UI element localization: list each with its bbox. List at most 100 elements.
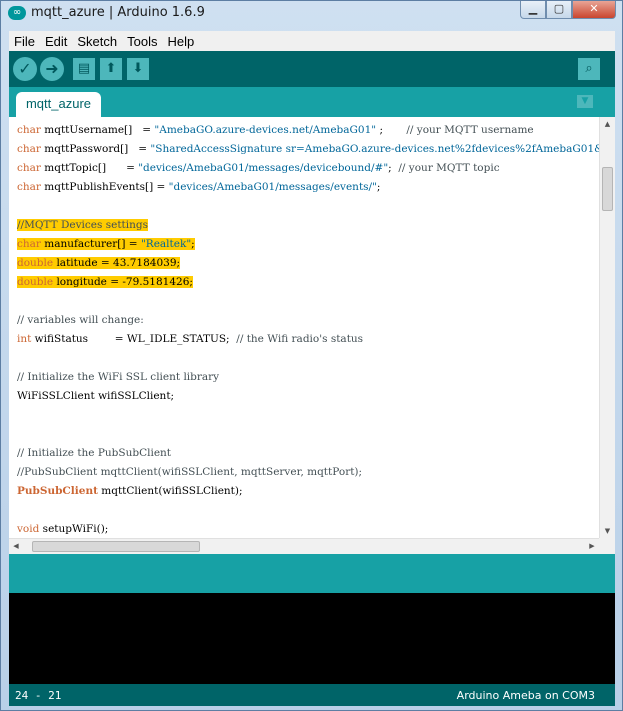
toolbar: ✓ ➜ ▤ ⬆ ⬇ ⌕ <box>9 51 615 87</box>
code-line[interactable]: // variables will change: <box>17 311 599 330</box>
code-token: ; <box>191 238 195 250</box>
code-token: ; <box>388 162 399 174</box>
code-line[interactable]: // Initialize the WiFi SSL client librar… <box>17 368 599 387</box>
title-bar[interactable]: ∞ mqtt_azure | Arduino 1.6.9 ▁ ▢ ✕ <box>1 1 622 31</box>
code-token: // the Wifi radio's status <box>236 333 364 345</box>
code-line[interactable] <box>17 349 599 368</box>
code-token: mqttTopic[] = <box>40 162 139 174</box>
code-token: int <box>17 333 32 345</box>
code-token: char <box>17 181 41 193</box>
line-column-indicator: 24 - 21 <box>15 689 62 702</box>
code-token: // your MQTT username <box>406 124 534 136</box>
horizontal-scroll-thumb[interactable] <box>32 541 200 552</box>
code-token: ; <box>376 124 407 136</box>
code-content[interactable]: char mqttUsername[] = "AmebaGO.azure-dev… <box>17 121 599 538</box>
arduino-logo-icon: ∞ <box>8 6 26 20</box>
tab-bar: mqtt_azure ▼ <box>9 87 615 117</box>
menu-sketch[interactable]: Sketch <box>72 34 122 49</box>
menu-edit[interactable]: Edit <box>40 34 72 49</box>
new-sketch-button[interactable]: ▤ <box>73 58 95 80</box>
code-token: char <box>17 124 41 136</box>
code-token: // Initialize the WiFi SSL client librar… <box>17 371 220 383</box>
code-line[interactable]: double latitude = 43.7184039; <box>17 254 599 273</box>
menu-bar: File Edit Sketch Tools Help <box>9 31 615 51</box>
verify-button[interactable]: ✓ <box>13 57 37 81</box>
code-line[interactable]: void setupWiFi(); <box>17 520 599 538</box>
code-token: mqttUsername[] = <box>40 124 155 136</box>
horizontal-scrollbar[interactable]: ◀ ▶ <box>9 538 599 554</box>
menu-help[interactable]: Help <box>162 34 199 49</box>
save-sketch-button[interactable]: ⬇ <box>127 58 149 80</box>
code-line[interactable]: int wifiStatus = WL_IDLE_STATUS; // the … <box>17 330 599 349</box>
scroll-left-icon[interactable]: ◀ <box>9 539 23 554</box>
code-line[interactable] <box>17 501 599 520</box>
arduino-ide-window: ∞ mqtt_azure | Arduino 1.6.9 ▁ ▢ ✕ File … <box>0 0 623 711</box>
message-area <box>9 554 615 593</box>
open-sketch-button[interactable]: ⬆ <box>100 58 122 80</box>
vertical-scrollbar[interactable]: ▲ ▼ <box>599 117 615 538</box>
code-token: "Realtek" <box>140 238 192 250</box>
code-line[interactable]: char mqttPublishEvents[] = "devices/Ameb… <box>17 178 599 197</box>
code-token: mqttClient(wifiSSLClient); <box>97 485 243 497</box>
code-token: "AmebaGO.azure-devices.net/AmebaG01" <box>154 124 377 136</box>
code-token: double <box>17 257 54 269</box>
code-token: wifiStatus = WL_IDLE_STATUS; <box>31 333 237 345</box>
code-line[interactable]: // Initialize the PubSubClient <box>17 444 599 463</box>
scroll-right-icon[interactable]: ▶ <box>585 539 599 554</box>
minimize-button[interactable]: ▁ <box>520 1 546 19</box>
code-token: latitude = 43.7184039; <box>53 257 181 269</box>
code-line[interactable]: double longitude = -79.5181426; <box>17 273 599 292</box>
code-token: void <box>17 523 40 535</box>
code-token: double <box>17 276 54 288</box>
scrollbar-corner <box>599 538 615 554</box>
code-line[interactable] <box>17 406 599 425</box>
code-token: ; <box>376 181 381 193</box>
code-line[interactable]: //PubSubClient mqttClient(wifiSSLClient,… <box>17 463 599 482</box>
code-token: //PubSubClient mqttClient(wifiSSLClient,… <box>17 466 363 478</box>
code-editor[interactable]: char mqttUsername[] = "AmebaGO.azure-dev… <box>9 117 599 538</box>
code-token: setupWiFi(); <box>39 523 109 535</box>
code-token: // variables will change: <box>17 314 144 326</box>
code-token: char <box>17 238 41 250</box>
code-token: char <box>17 162 41 174</box>
code-line[interactable]: char mqttPassword[] = "SharedAccessSigna… <box>17 140 599 159</box>
code-token: manufacturer[] = <box>40 238 141 250</box>
board-port-indicator: Arduino Ameba on COM3 <box>456 689 595 702</box>
code-token: // Initialize the PubSubClient <box>17 447 172 459</box>
code-line[interactable]: char manufacturer[] = "Realtek"; <box>17 235 599 254</box>
scroll-up-icon[interactable]: ▲ <box>600 117 615 131</box>
code-token: "devices/AmebaG01/messages/devicebound/#… <box>138 162 389 174</box>
code-line[interactable] <box>17 197 599 216</box>
tab-mqtt-azure[interactable]: mqtt_azure <box>16 92 101 117</box>
code-line[interactable]: char mqttUsername[] = "AmebaGO.azure-dev… <box>17 121 599 140</box>
upload-button[interactable]: ➜ <box>40 57 64 81</box>
code-token: WiFiSSLClient wifiSSLClient; <box>17 390 175 402</box>
maximize-button[interactable]: ▢ <box>546 1 572 19</box>
code-token: "SharedAccessSignature sr=AmebaGO.azure-… <box>150 143 599 155</box>
tab-menu-button[interactable]: ▼ <box>577 95 593 108</box>
code-line[interactable] <box>17 292 599 311</box>
code-token: mqttPassword[] = <box>40 143 151 155</box>
code-token: //MQTT Devices settings <box>17 219 148 231</box>
code-token: PubSubClient <box>17 485 98 497</box>
code-line[interactable] <box>17 425 599 444</box>
menu-tools[interactable]: Tools <box>122 34 162 49</box>
code-line[interactable]: //MQTT Devices settings <box>17 216 599 235</box>
window-controls: ▁ ▢ ✕ <box>520 1 616 21</box>
code-token: mqttPublishEvents[] = <box>40 181 169 193</box>
menu-file[interactable]: File <box>9 34 40 49</box>
code-token: char <box>17 143 41 155</box>
serial-monitor-button[interactable]: ⌕ <box>578 58 600 80</box>
close-button[interactable]: ✕ <box>572 1 616 19</box>
scroll-down-icon[interactable]: ▼ <box>600 524 615 538</box>
code-token: longitude = -79.5181426; <box>53 276 193 288</box>
vertical-scroll-thumb[interactable] <box>602 167 613 211</box>
status-bar: 24 - 21 Arduino Ameba on COM3 <box>9 684 615 706</box>
console-output[interactable] <box>9 593 615 684</box>
code-line[interactable]: char mqttTopic[] = "devices/AmebaG01/mes… <box>17 159 599 178</box>
code-token: // your MQTT topic <box>398 162 500 174</box>
window-title: mqtt_azure | Arduino 1.6.9 <box>31 5 205 20</box>
code-token: "devices/AmebaG01/messages/events/" <box>168 181 377 193</box>
code-line[interactable]: WiFiSSLClient wifiSSLClient; <box>17 387 599 406</box>
code-line[interactable]: PubSubClient mqttClient(wifiSSLClient); <box>17 482 599 501</box>
